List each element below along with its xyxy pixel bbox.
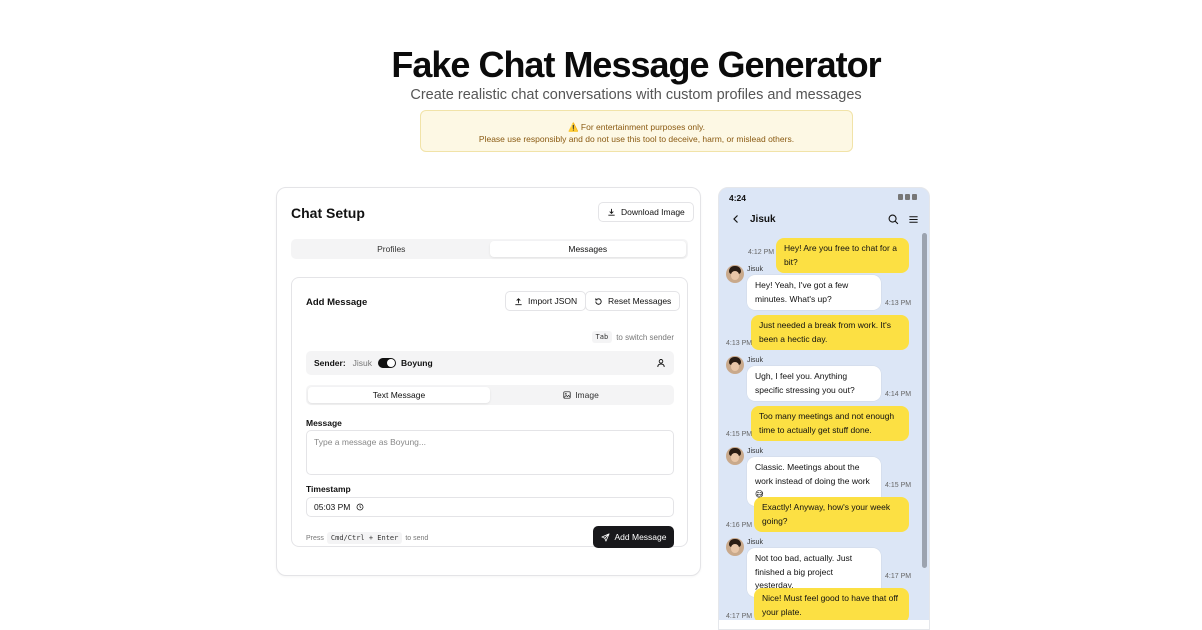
message-sender-name: Jisuk [747,266,763,273]
send-shortcut-hint: Press Cmd/Ctrl + Enter to send [306,532,428,544]
warning-line-2: Please use responsibly and do not use th… [478,134,795,144]
chat-scrollbar[interactable] [922,233,927,568]
reset-messages-button[interactable]: Reset Messages [585,291,681,311]
import-json-button[interactable]: Import JSON [505,291,587,311]
upload-icon [515,297,522,305]
tab-image-label: Image [575,390,599,400]
phone-preview: 4:24 Jisuk Hey! Are you free to chat for… [718,187,930,630]
add-message-button[interactable]: Add Message [593,526,674,548]
sender-option-jisuk[interactable]: Jisuk [353,358,372,368]
timestamp-value: 05:03 PM [314,502,351,512]
send-hint-prefix: Press [306,534,324,542]
message-input[interactable]: Type a message as Boyung... [306,430,674,475]
avatar [726,265,744,283]
chat-setup-card: Chat Setup Download Image Profiles Messa… [276,187,701,576]
status-icons [898,194,917,200]
tab-key-badge: Tab [591,331,613,343]
chat-bubble-me: Exactly! Anyway, how's your week going? [754,497,909,532]
sender-toggle[interactable] [378,358,397,368]
sender-selector: Sender: Jisuk Boyung [306,351,674,375]
switch-sender-hint: Tab to switch sender [591,331,674,343]
menu-icon[interactable] [908,214,919,225]
page-subtitle: Create realistic chat conversations with… [410,87,862,103]
reset-icon [595,297,602,305]
add-message-panel: Add Message Import JSON Reset Messages T… [291,277,688,548]
avatar [726,447,744,465]
message-timestamp: 4:14 PM [885,391,912,398]
tab-image[interactable]: Image [490,387,672,403]
message-timestamp: 4:17 PM [885,573,912,580]
send-shortcut-key: Cmd/Ctrl + Enter [326,532,403,544]
message-timestamp: 4:16 PM [726,522,753,529]
message-timestamp: 4:15 PM [726,431,753,438]
chat-bubble-me: Just needed a break from work. It's been… [751,315,909,350]
sender-label: Sender: [314,358,346,368]
download-icon [608,208,615,216]
message-timestamp: 4:15 PM [885,482,912,489]
sender-option-boyung[interactable]: Boyung [401,358,433,368]
message-timestamp: 4:12 PM [748,249,775,256]
warning-line-1: ⚠️ For entertainment purposes only. [567,122,706,132]
chat-setup-title: Chat Setup [291,205,365,221]
chat-header: Jisuk [719,208,929,230]
message-sender-name: Jisuk [747,357,763,364]
warning-banner: ⚠️ For entertainment purposes only. Plea… [420,110,853,152]
chat-bubble-them: Ugh, I feel you. Anything specific stres… [747,366,881,401]
status-time: 4:24 [729,193,747,203]
message-timestamp: 4:13 PM [885,300,912,307]
download-image-label: Download Image [621,207,685,217]
add-message-label: Add Message [614,532,667,542]
add-message-title: Add Message [306,297,368,308]
switch-sender-text: to switch sender [616,332,674,342]
message-timestamp: 4:17 PM [726,613,753,620]
clock-icon[interactable] [356,503,364,511]
timestamp-label: Timestamp [306,484,351,494]
download-image-button[interactable]: Download Image [598,202,694,222]
message-sender-name: Jisuk [747,539,763,546]
person-icon[interactable] [656,358,666,368]
tab-profiles[interactable]: Profiles [293,241,490,257]
message-sender-name: Jisuk [747,448,763,455]
phone-bottom-bar [719,620,929,629]
reset-messages-label: Reset Messages [608,296,672,306]
page: Fake Chat Message Generator Create reali… [0,0,1202,630]
image-icon [563,391,571,399]
setup-tabs: Profiles Messages [291,239,688,259]
back-arrow-icon[interactable] [731,214,741,224]
chat-bubble-me: Nice! Must feel good to have that off yo… [754,588,909,623]
chat-bubble-me: Too many meetings and not enough time to… [751,406,909,441]
message-type-tabs: Text Message Image [306,385,674,405]
chat-contact-name: Jisuk [750,213,776,225]
send-hint-suffix: to send [405,534,429,542]
chat-bubble-me: Hey! Are you free to chat for a bit? [776,238,909,273]
tab-text-message[interactable]: Text Message [308,387,490,403]
search-icon[interactable] [888,214,899,225]
page-title: Fake Chat Message Generator [391,44,881,85]
send-icon [600,532,610,542]
avatar [726,356,744,374]
avatar [726,538,744,556]
message-timestamp: 4:13 PM [726,340,753,347]
tab-messages[interactable]: Messages [489,241,686,257]
message-label: Message [306,418,342,428]
import-json-label: Import JSON [528,296,578,306]
timestamp-input[interactable]: 05:03 PM [306,497,674,517]
chat-bubble-them: Hey! Yeah, I've got a few minutes. What'… [747,275,881,310]
